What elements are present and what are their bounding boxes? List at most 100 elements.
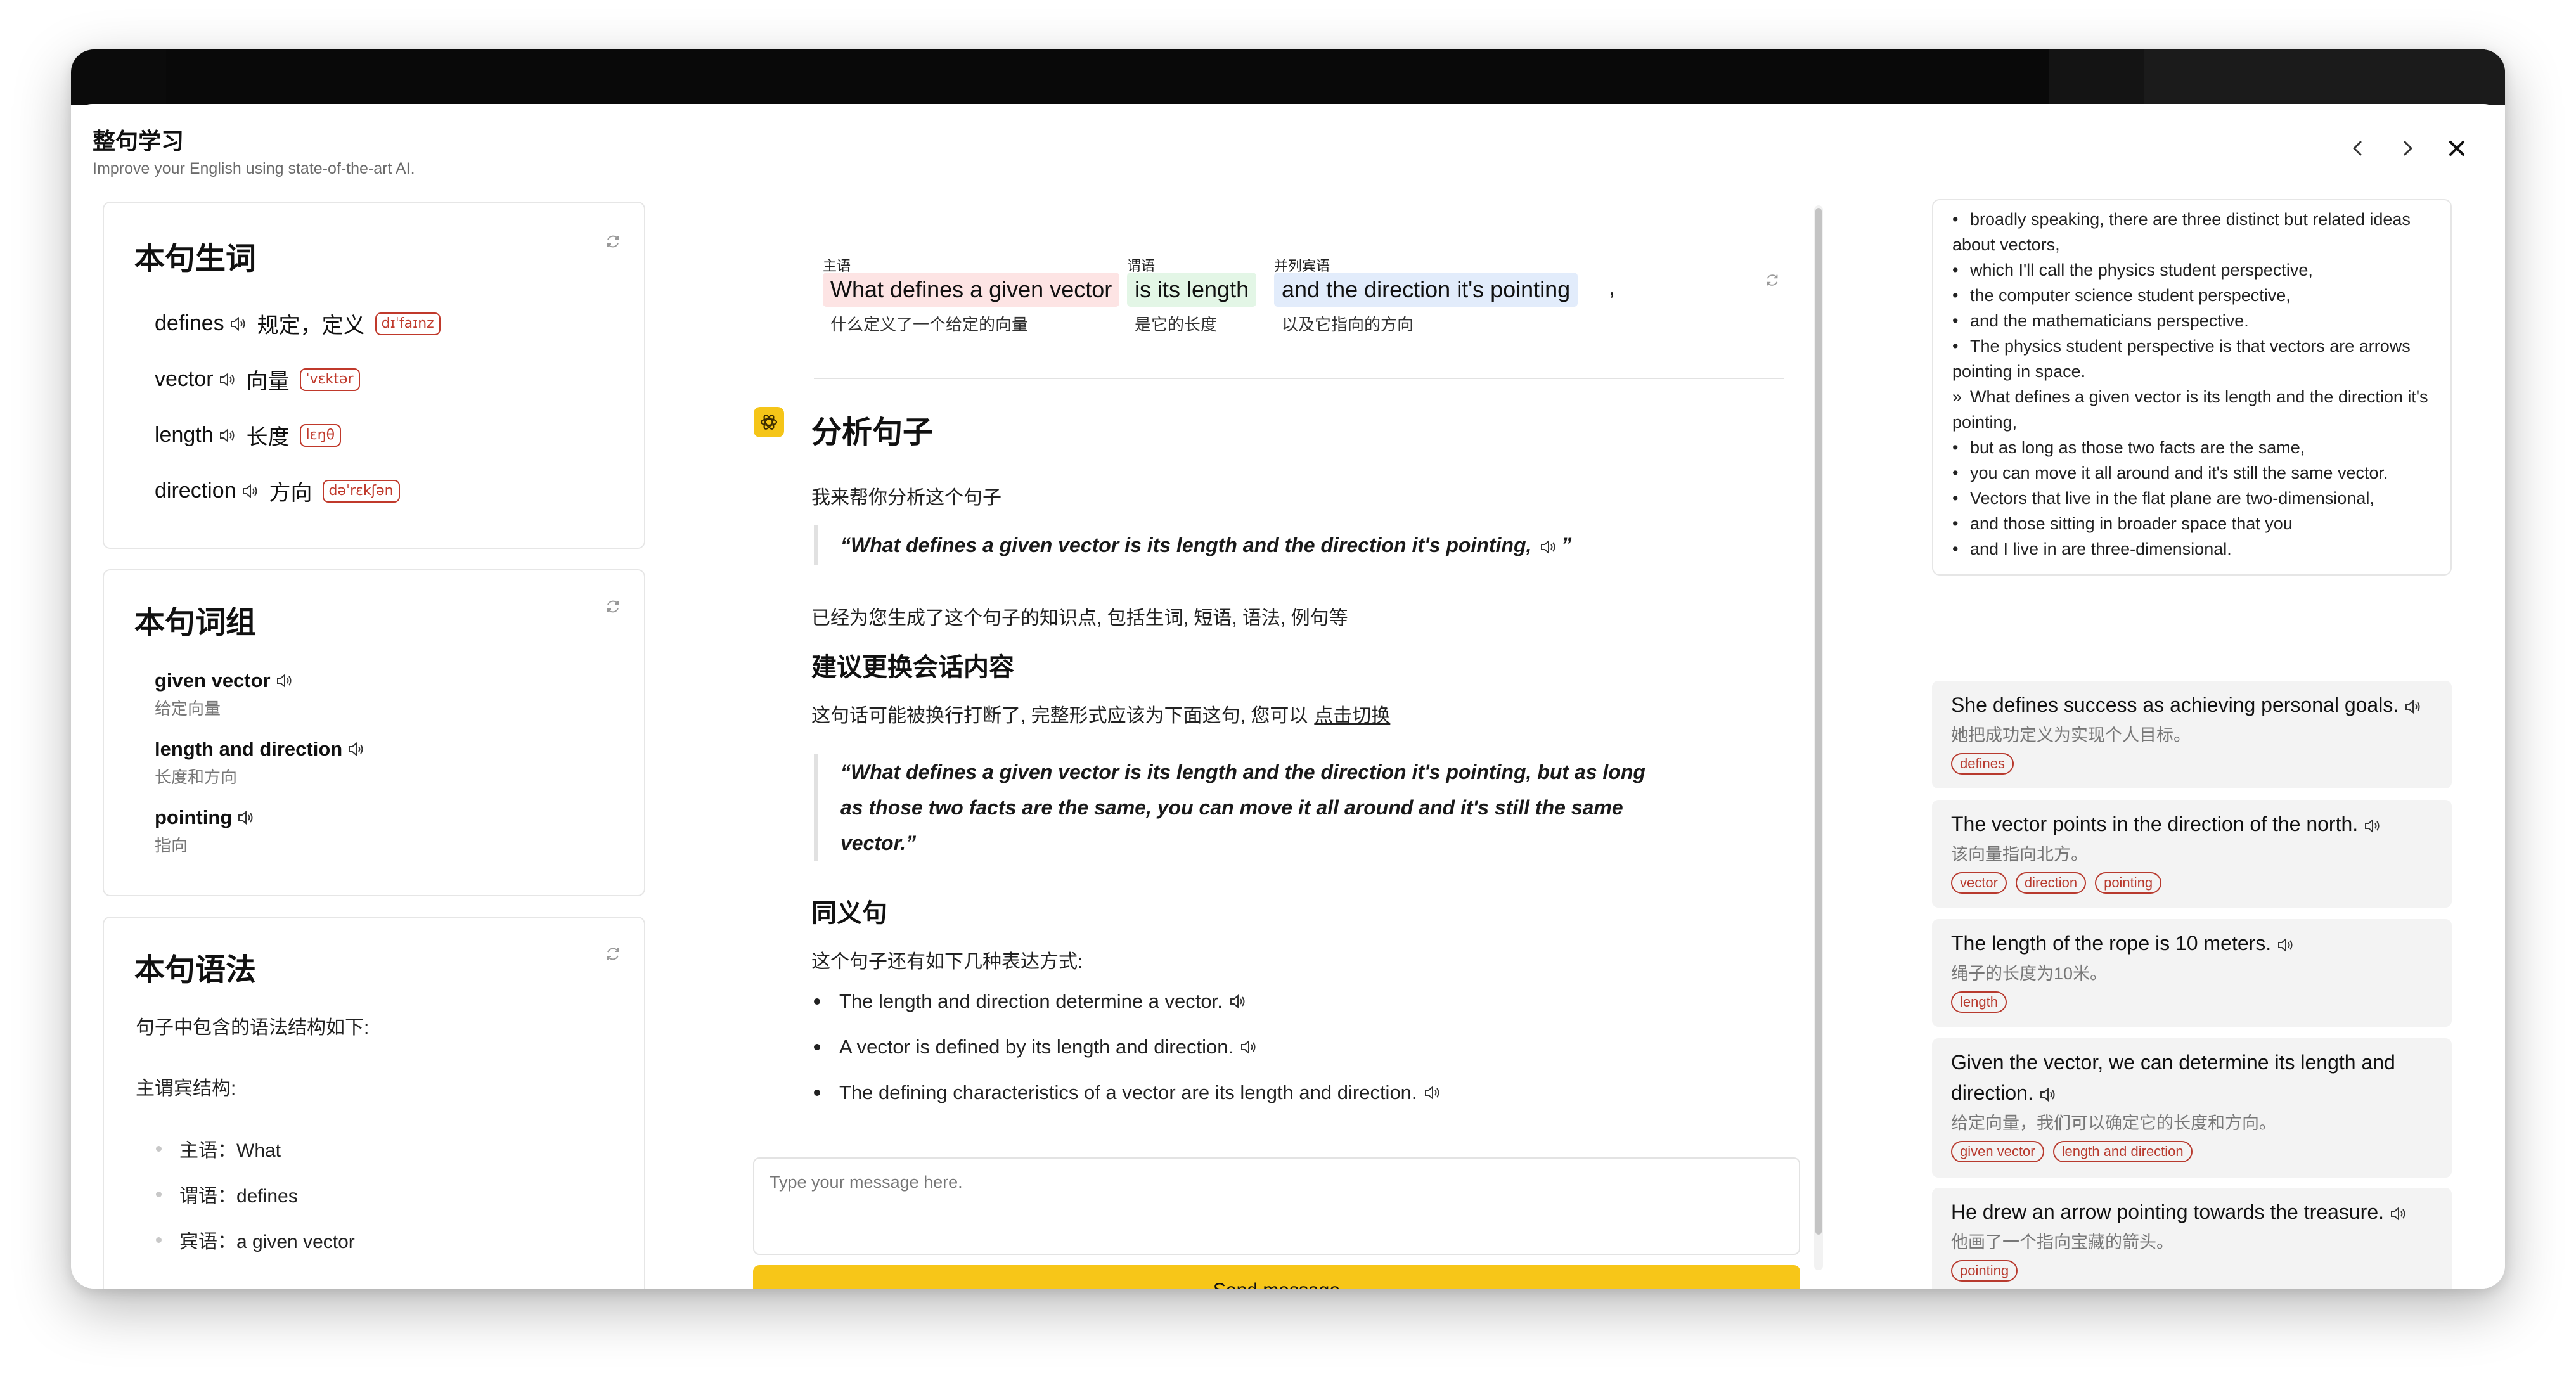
speaker-icon[interactable] <box>242 483 261 499</box>
transcript-line[interactable]: • and the mathematicians perspective. <box>1952 308 2447 333</box>
vocab-card: 本句生词 defines 规定，定义 dɪˈfaɪnz vector 向量 ˈv… <box>103 202 645 549</box>
vocab-meaning: 方向 <box>269 481 312 505</box>
example-card[interactable]: The vector points in the direction of th… <box>1932 800 2452 908</box>
phrases-title: 本句词组 <box>134 606 257 640</box>
grammar-structure: 主谓宾结构: <box>136 1078 236 1099</box>
transcript-marker: • <box>1952 210 1959 229</box>
vocab-word: defines <box>155 311 224 335</box>
next-sentence-button[interactable] <box>2388 129 2426 167</box>
synonym-text: A vector is defined by its length and di… <box>839 1036 1234 1058</box>
word-tag[interactable]: length <box>1951 991 2007 1013</box>
scrollbar-thumb[interactable] <box>1815 208 1822 1235</box>
speaker-icon[interactable] <box>237 809 256 826</box>
example-card[interactable]: Given the vector, we can determine its l… <box>1932 1038 2452 1178</box>
synonyms-intro: 这个句子还有如下几种表达方式: <box>811 951 1083 972</box>
speaker-icon[interactable] <box>1240 1039 1259 1055</box>
transcript-line-current[interactable]: » What defines a given vector is its leng… <box>1952 384 2447 435</box>
message-input[interactable] <box>753 1157 1800 1255</box>
ai-assistant-icon <box>754 407 784 437</box>
transcript-marker: • <box>1952 438 1959 457</box>
transcript-text: The physics student perspective is that … <box>1952 337 2411 381</box>
transcript-line[interactable]: • which I'll call the physics student per… <box>1952 257 2447 283</box>
transcript-marker: • <box>1952 514 1959 533</box>
word-tag[interactable]: given vector <box>1951 1141 2044 1162</box>
speaker-icon[interactable] <box>2277 937 2296 953</box>
example-zh: 她把成功定义为实现个人目标。 <box>1951 726 2191 745</box>
prev-sentence-button[interactable] <box>2339 129 2377 167</box>
refresh-icon[interactable] <box>603 944 622 963</box>
synonym-item: The defining characteristics of a vector… <box>814 1081 1443 1104</box>
vocab-meaning: 长度 <box>246 425 290 449</box>
phrase-zh: 指向 <box>155 836 188 855</box>
segment-translation: 是它的长度 <box>1135 315 1218 334</box>
speaker-icon[interactable] <box>1229 993 1248 1010</box>
example-zh: 绳子的长度为10米。 <box>1951 964 2108 983</box>
transcript-line[interactable]: • The physics student perspective is that… <box>1952 333 2447 384</box>
modal-title: 整句学习 <box>93 128 184 154</box>
transcript-line[interactable]: • the computer science student perspectiv… <box>1952 283 2447 308</box>
transcript-line[interactable]: • broadly speaking, there are three disti… <box>1952 207 2447 257</box>
speaker-icon[interactable] <box>2364 818 2383 834</box>
transcript-panel: • broadly speaking, there are three disti… <box>1932 199 2452 576</box>
transcript-line[interactable]: • and I live in are three-dimensional. <box>1952 536 2447 562</box>
background-app-strip <box>71 49 2505 105</box>
full-sentence-quote: “What defines a given vector is its leng… <box>814 754 1665 861</box>
phonetic-badge: dɪˈfaɪnz <box>375 312 441 335</box>
speaker-icon[interactable] <box>2404 698 2423 715</box>
word-tag[interactable]: length and direction <box>2052 1141 2193 1162</box>
speaker-icon[interactable] <box>229 316 248 332</box>
transcript-text: and those sitting in broader space that … <box>1970 514 2293 533</box>
segment-translation: 以及它指向的方向 <box>1282 315 1414 334</box>
speaker-icon[interactable] <box>2390 1206 2409 1222</box>
speaker-icon[interactable] <box>2039 1086 2058 1103</box>
word-tag[interactable]: pointing <box>2095 872 2162 894</box>
vocab-title: 本句生词 <box>134 242 257 276</box>
speaker-icon[interactable] <box>276 672 295 689</box>
analysis-intro: 我来帮你分析这个句子 <box>811 487 1001 508</box>
grammar-item: 宾语：a given vector <box>156 1226 355 1254</box>
vocab-item: direction 方向 dəˈrɛkʃən <box>155 475 400 506</box>
word-tag[interactable]: pointing <box>1951 1260 2018 1282</box>
example-card[interactable]: He drew an arrow pointing towards the tr… <box>1932 1188 2452 1289</box>
send-message-button[interactable]: Send message <box>753 1265 1800 1289</box>
transcript-text: you can move it all around and it's stil… <box>1970 463 2388 482</box>
speaker-icon[interactable] <box>219 427 238 444</box>
transcript-line[interactable]: • but as long as those two facts are the … <box>1952 435 2447 460</box>
transcript-text: What defines a given vector is its lengt… <box>1952 387 2428 432</box>
word-tag[interactable]: vector <box>1951 872 2007 894</box>
word-tag[interactable]: direction <box>2015 872 2087 894</box>
vocab-word: length <box>155 423 214 447</box>
speaker-icon[interactable] <box>1540 539 1559 555</box>
example-en-text: The length of the rope is 10 meters. <box>1951 932 2272 955</box>
transcript-line[interactable]: • you can move it all around and it's sti… <box>1952 460 2447 486</box>
sentence-segment-object[interactable]: 并列宾语 and the direction it's pointing 以及它… <box>1274 255 1578 335</box>
chevron-right-icon <box>2404 141 2412 156</box>
quote-text: “What defines a given vector is its leng… <box>840 534 1532 556</box>
transcript-marker: » <box>1952 387 1962 406</box>
speaker-icon[interactable] <box>1424 1084 1443 1101</box>
phrase-zh: 长度和方向 <box>155 768 238 787</box>
divider <box>814 378 1784 379</box>
switch-sentence-link[interactable]: 点击切换 <box>1314 705 1390 726</box>
example-en: The length of the rope is 10 meters. <box>1951 928 2433 958</box>
speaker-icon[interactable] <box>347 741 366 757</box>
original-sentence-quote: “What defines a given vector is its leng… <box>814 525 1665 565</box>
close-button[interactable] <box>2438 129 2476 167</box>
sentence-segment-predicate[interactable]: 谓语 is its length 是它的长度 <box>1127 255 1257 335</box>
sentence-segment-subject[interactable]: 主语 What defines a given vector 什么定义了一个给定… <box>823 255 1120 335</box>
synonym-item: The length and direction determine a vec… <box>814 990 1248 1013</box>
refresh-icon[interactable] <box>603 597 622 616</box>
transcript-marker: • <box>1952 286 1959 305</box>
transcript-marker: • <box>1952 311 1959 330</box>
example-card[interactable]: She defines success as achieving persona… <box>1932 681 2452 788</box>
refresh-icon[interactable] <box>1763 271 1781 289</box>
synonym-text: The length and direction determine a vec… <box>839 990 1223 1012</box>
word-tag[interactable]: defines <box>1951 753 2014 775</box>
transcript-line[interactable]: • Vectors that live in the flat plane are… <box>1952 486 2447 511</box>
segment-text: is its length <box>1127 273 1257 307</box>
speaker-icon[interactable] <box>219 371 238 388</box>
transcript-line[interactable]: • and those sitting in broader space that… <box>1952 511 2447 536</box>
transcript-text: and the mathematicians perspective. <box>1970 311 2249 330</box>
refresh-icon[interactable] <box>603 232 622 251</box>
example-card[interactable]: The length of the rope is 10 meters. 绳子的… <box>1932 919 2452 1027</box>
